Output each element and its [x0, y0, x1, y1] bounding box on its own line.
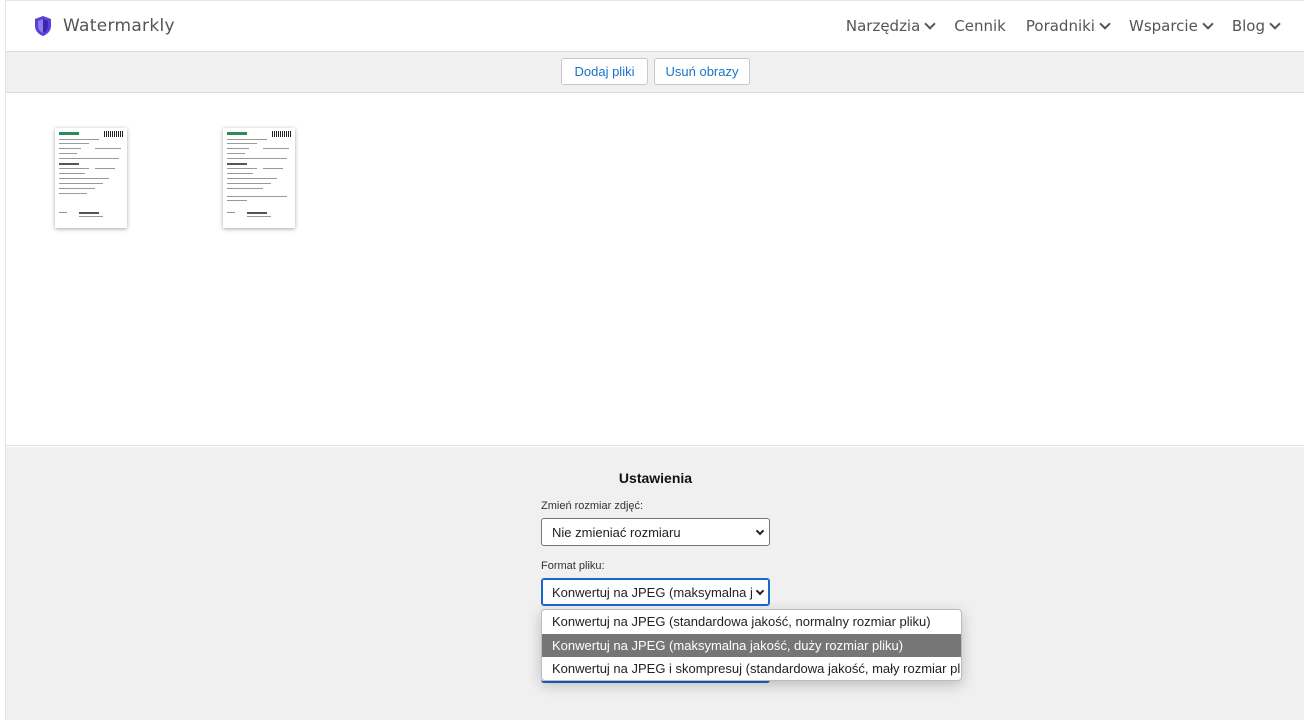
- doc-line: [227, 173, 253, 174]
- add-files-button[interactable]: Dodaj pliki: [561, 58, 648, 85]
- doc-line: [227, 178, 277, 179]
- doc-line: [227, 139, 267, 140]
- format-select-value: Konwertuj na JPEG (maksymalna jakość, du…: [552, 584, 752, 600]
- nav-item-label: Poradniki: [1025, 17, 1095, 35]
- doc-line: [263, 148, 289, 149]
- chevron-down-icon: [1269, 17, 1281, 30]
- format-option-selected[interactable]: Konwertuj na JPEG (maksymalna jakość, du…: [542, 633, 961, 657]
- doc-line: [59, 163, 79, 165]
- main-nav: Narzędzia Cennik Poradniki Wsparcie Blog: [826, 17, 1281, 35]
- doc-line: [59, 139, 99, 140]
- doc-line: [247, 212, 267, 214]
- doc-line: [59, 193, 87, 194]
- doc-line: [227, 158, 287, 159]
- doc-line: [79, 216, 103, 217]
- doc-line: [227, 200, 247, 201]
- doc-line: [227, 183, 271, 184]
- shield-icon: [33, 15, 53, 37]
- doc-header-logo: [59, 132, 79, 135]
- doc-line: [95, 168, 115, 169]
- remove-images-button[interactable]: Usuń obrazy: [654, 58, 750, 85]
- barcode-icon: [104, 131, 124, 137]
- doc-line: [59, 178, 109, 179]
- doc-line: [95, 148, 121, 149]
- doc-line: [59, 183, 103, 184]
- doc-line: [227, 148, 249, 149]
- file-toolbar: Dodaj pliki Usuń obrazy: [6, 52, 1304, 93]
- resize-select[interactable]: Nie zmieniać rozmiaru: [541, 518, 770, 546]
- nav-item-label: Cennik: [954, 17, 1006, 35]
- doc-line: [227, 212, 235, 213]
- doc-line: [227, 168, 257, 169]
- doc-line: [59, 153, 77, 154]
- doc-line: [227, 188, 263, 189]
- nav-item-poradniki[interactable]: Poradniki: [1025, 17, 1111, 35]
- nav-item-label: Wsparcie: [1128, 17, 1198, 35]
- nav-item-label: Narzędzia: [845, 17, 921, 35]
- chevron-down-icon: [1202, 17, 1214, 30]
- format-label: Format pliku:: [541, 560, 605, 572]
- doc-line: [79, 212, 99, 214]
- doc-line: [227, 143, 257, 144]
- chevron-down-icon: [1099, 17, 1111, 30]
- format-option[interactable]: Konwertuj na JPEG i skompresuj (standard…: [542, 657, 961, 680]
- nav-item-cennik[interactable]: Cennik: [954, 17, 1006, 35]
- settings-title: Ustawienia: [618, 470, 693, 486]
- format-dropdown-list: Konwertuj na JPEG (standardowa jakość, n…: [541, 609, 962, 681]
- document-thumbnail[interactable]: [55, 128, 127, 228]
- chevron-down-icon: [755, 526, 765, 536]
- resize-select-value: Nie zmieniać rozmiaru: [552, 524, 681, 540]
- doc-line: [59, 188, 95, 189]
- nav-item-narzedzia[interactable]: Narzędzia: [845, 17, 936, 35]
- nav-item-blog[interactable]: Blog: [1231, 17, 1281, 35]
- chevron-down-icon: [924, 17, 936, 30]
- format-select[interactable]: Konwertuj na JPEG (maksymalna jakość, du…: [541, 578, 770, 606]
- doc-line: [59, 143, 89, 144]
- doc-line: [59, 212, 67, 213]
- barcode-icon: [272, 131, 292, 137]
- page: Watermarkly Narzędzia Cennik Poradniki W…: [5, 0, 1304, 720]
- top-navbar: Watermarkly Narzędzia Cennik Poradniki W…: [6, 0, 1304, 52]
- doc-line: [227, 163, 247, 165]
- doc-line: [59, 168, 89, 169]
- doc-line: [59, 158, 119, 159]
- brand-logo[interactable]: Watermarkly: [33, 15, 175, 37]
- doc-line: [227, 153, 245, 154]
- doc-line: [263, 168, 283, 169]
- resize-label: Zmień rozmiar zdjęć:: [541, 500, 644, 512]
- doc-line: [247, 216, 271, 217]
- doc-line: [227, 196, 287, 197]
- doc-line: [59, 173, 85, 174]
- document-thumbnail[interactable]: [223, 128, 295, 228]
- doc-line: [59, 148, 81, 149]
- format-option[interactable]: Konwertuj na JPEG (standardowa jakość, n…: [542, 610, 961, 634]
- doc-header-logo: [227, 132, 247, 135]
- nav-item-wsparcie[interactable]: Wsparcie: [1128, 17, 1214, 35]
- chevron-down-icon: [755, 586, 765, 596]
- nav-item-label: Blog: [1231, 17, 1265, 35]
- image-list: [6, 94, 1304, 446]
- brand-name: Watermarkly: [63, 16, 175, 36]
